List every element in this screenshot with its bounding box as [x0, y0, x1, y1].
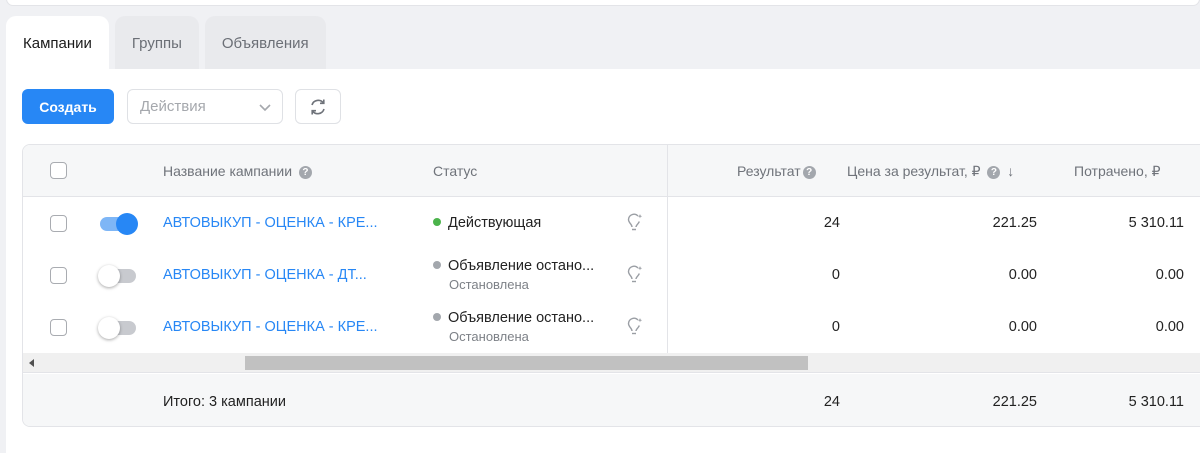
campaign-toggle[interactable]	[100, 213, 138, 235]
campaigns-table: Название кампании ? Статус Результат? Це…	[22, 144, 1200, 427]
result-value: 0	[831, 267, 840, 283]
horizontal-scrollbar[interactable]	[23, 353, 1200, 373]
top-card	[6, 0, 1200, 6]
campaign-name-link[interactable]: АВТОВЫКУП - ОЦЕНКА - ДТ...	[163, 267, 367, 283]
table-row[interactable]: АВТОВЫКУП - ОЦЕНКА - ДТ... Объявление ос…	[23, 249, 1200, 302]
header-spent[interactable]: Потрачено, ₽	[1074, 163, 1161, 180]
select-all-checkbox[interactable]	[50, 162, 67, 179]
header-price-label: Цена за результат, ₽	[847, 163, 981, 179]
actions-select[interactable]: Действия	[127, 89, 283, 124]
price-value: 0.00	[1008, 267, 1037, 283]
table-footer-totals: Итого: 3 кампании 24 221.25 5 310.11	[23, 374, 1200, 426]
actions-select-placeholder: Действия	[140, 98, 206, 115]
status-text: Объявление остано...	[448, 310, 595, 326]
row-checkbox[interactable]	[50, 319, 67, 336]
scrollbar-thumb[interactable]	[245, 356, 808, 370]
tab-ads[interactable]: Объявления	[204, 16, 326, 70]
status-subtext: Остановлена	[449, 277, 529, 292]
toggle-knob	[98, 317, 120, 339]
toggle-knob	[116, 213, 138, 235]
create-button[interactable]: Создать	[22, 89, 114, 124]
campaign-status: Объявление остано... Остановлена	[433, 258, 594, 292]
result-value: 24	[823, 215, 840, 231]
status-dot	[433, 313, 441, 321]
row-checkbox[interactable]	[50, 215, 67, 232]
result-value: 0	[831, 319, 840, 335]
total-spent: 5 310.11	[1128, 394, 1184, 410]
price-value: 221.25	[992, 215, 1037, 231]
campaign-name-link[interactable]: АВТОВЫКУП - ОЦЕНКА - КРЕ...	[163, 215, 378, 231]
refresh-icon	[311, 99, 325, 114]
row-checkbox[interactable]	[50, 267, 67, 284]
status-dot	[433, 261, 441, 269]
help-icon[interactable]: ?	[802, 166, 816, 179]
table-row[interactable]: АВТОВЫКУП - ОЦЕНКА - КРЕ... Действующая …	[23, 197, 1200, 250]
scroll-left-arrow-icon[interactable]	[29, 359, 34, 367]
tab-bar: Кампании Группы Объявления	[6, 16, 332, 70]
chevron-down-icon	[259, 104, 271, 112]
frozen-column-divider	[667, 145, 668, 353]
lightbulb-icon[interactable]	[625, 212, 643, 232]
refresh-button[interactable]	[295, 89, 341, 124]
help-icon[interactable]: ?	[987, 166, 1001, 179]
help-icon[interactable]: ?	[298, 166, 312, 179]
campaign-name-link[interactable]: АВТОВЫКУП - ОЦЕНКА - КРЕ...	[163, 319, 378, 335]
totals-label: Итого: 3 кампании	[163, 394, 286, 410]
spent-value: 0.00	[1155, 267, 1184, 283]
lightbulb-icon[interactable]	[625, 316, 643, 336]
toggle-knob	[98, 265, 120, 287]
header-status[interactable]: Статус	[433, 163, 477, 179]
tab-groups[interactable]: Группы	[114, 16, 199, 70]
status-text: Объявление остано...	[448, 258, 595, 274]
header-result[interactable]: Результат?	[737, 163, 816, 179]
campaign-toggle[interactable]	[98, 265, 136, 287]
spent-value: 0.00	[1155, 319, 1184, 335]
total-price: 221.25	[992, 394, 1037, 410]
status-text: Действующая	[448, 215, 542, 231]
lightbulb-icon[interactable]	[625, 264, 643, 284]
total-result: 24	[823, 394, 840, 410]
campaign-status: Объявление остано... Остановлена	[433, 310, 594, 344]
campaign-status: Действующая	[433, 215, 541, 231]
tab-campaigns[interactable]: Кампании	[6, 16, 109, 70]
price-value: 0.00	[1008, 319, 1037, 335]
header-name-label: Название кампании	[163, 163, 293, 179]
status-dot	[433, 218, 441, 226]
campaigns-panel: Создать Действия Название кампании ? Ста…	[6, 69, 1200, 453]
header-price[interactable]: Цена за результат, ₽ ? ↓	[847, 163, 1014, 180]
table-header: Название кампании ? Статус Результат? Це…	[23, 145, 1200, 197]
table-row[interactable]: АВТОВЫКУП - ОЦЕНКА - КРЕ... Объявление о…	[23, 301, 1200, 354]
sort-down-icon: ↓	[1007, 163, 1015, 179]
status-subtext: Остановлена	[449, 329, 529, 344]
campaign-toggle[interactable]	[98, 317, 136, 339]
spent-value: 5 310.11	[1128, 215, 1184, 231]
header-result-label: Результат	[737, 163, 801, 179]
header-name[interactable]: Название кампании ?	[163, 163, 312, 179]
